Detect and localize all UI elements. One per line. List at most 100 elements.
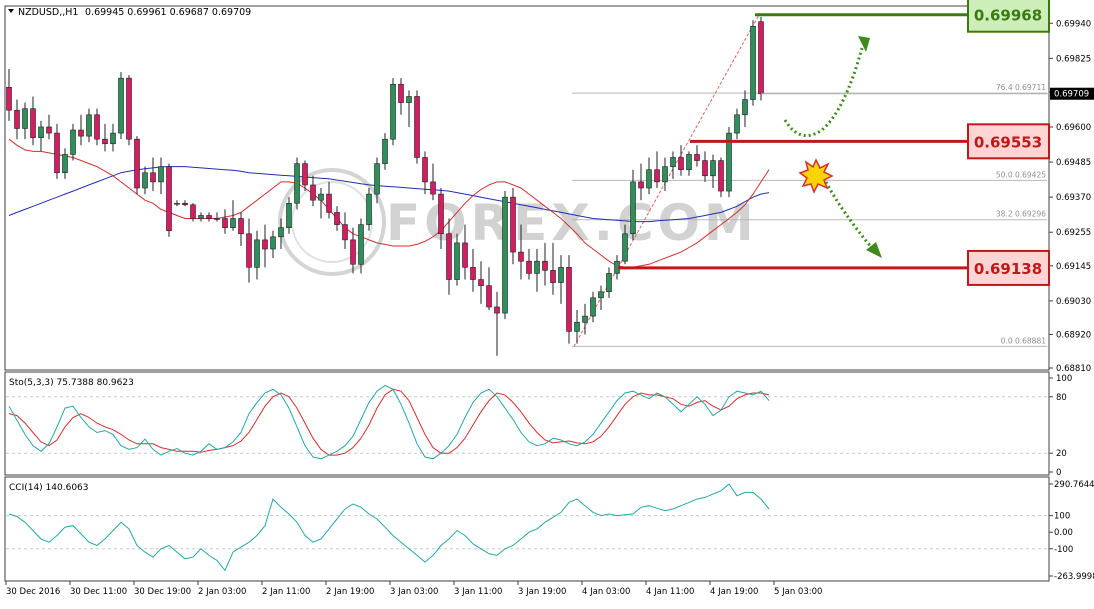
candle-body xyxy=(703,161,708,176)
candle-body xyxy=(719,161,724,192)
candle xyxy=(391,78,396,145)
price-tick-label: 0.69600 xyxy=(1056,123,1091,133)
candle-body xyxy=(151,173,156,182)
time-tick-label: 30 Dec 19:00 xyxy=(134,587,191,597)
time-tick-label: 4 Jan 11:00 xyxy=(646,587,694,597)
cci-tick-label: -263.9998 xyxy=(1054,572,1094,582)
candle-body xyxy=(631,182,636,234)
candle-body xyxy=(663,167,668,182)
cci-label: CCI(14) 140.6063 xyxy=(9,483,89,493)
time-tick-label: 2 Jan 03:00 xyxy=(198,587,246,597)
candle-body xyxy=(687,154,692,169)
candle-body xyxy=(15,110,20,128)
candle-body xyxy=(527,261,532,273)
cci-tick-label: -100 xyxy=(1054,545,1073,555)
stoch-tick-label: 100 xyxy=(1056,374,1072,384)
candle-body xyxy=(7,87,12,110)
candle-body xyxy=(191,205,196,219)
chart-canvas[interactable]: FOREX.COM NZDUSD,,H1 0.69945 0.69961 0.6… xyxy=(0,0,1094,605)
time-tick-label: 4 Jan 19:00 xyxy=(710,587,758,597)
candle-body xyxy=(591,298,596,316)
candle-body xyxy=(607,273,612,291)
candle xyxy=(759,17,764,101)
price-tick-label: 0.69370 xyxy=(1056,193,1091,203)
fib-level-label: 38.2 0.69296 xyxy=(996,210,1046,219)
candle xyxy=(367,188,372,231)
candle xyxy=(503,191,508,319)
time-tick-label: 30 Dec 11:00 xyxy=(70,587,127,597)
candle-body xyxy=(423,157,428,181)
candle-body xyxy=(431,182,436,194)
candle-body xyxy=(583,316,588,322)
price-tick-label: 0.69485 xyxy=(1056,158,1091,168)
candle xyxy=(119,72,124,139)
candle-body xyxy=(751,26,756,99)
candle-body xyxy=(87,115,92,136)
candle xyxy=(567,255,572,343)
candle-body xyxy=(359,225,364,265)
cci-tick-label: 100 xyxy=(1054,512,1070,522)
candle-body xyxy=(639,182,644,188)
candle-body xyxy=(79,130,84,136)
candle-body xyxy=(399,84,404,102)
candle-body xyxy=(759,22,764,94)
candle-body xyxy=(287,203,292,227)
candle-body xyxy=(487,286,492,307)
candle-body xyxy=(407,96,412,102)
stoch-tick-label: 20 xyxy=(1056,449,1067,459)
candle-body xyxy=(671,157,676,166)
candle-body xyxy=(271,237,276,249)
candle xyxy=(135,136,140,194)
candle-body xyxy=(695,154,700,160)
level-label-resistance: 0.69968 xyxy=(974,7,1042,25)
candle xyxy=(719,157,724,197)
candle-body xyxy=(127,78,132,139)
candle-body xyxy=(23,109,28,129)
candle-body xyxy=(311,185,316,200)
candle-body xyxy=(343,225,348,240)
candle-body xyxy=(47,127,52,133)
candle-body xyxy=(159,167,164,182)
candle-body xyxy=(599,292,604,298)
stoch-tick-label: 80 xyxy=(1056,393,1067,403)
candle xyxy=(727,127,732,197)
level-label-support: 0.69138 xyxy=(974,260,1042,278)
time-tick-label: 2 Jan 11:00 xyxy=(262,587,310,597)
time-tick-label: 3 Jan 11:00 xyxy=(454,587,502,597)
price-tick-label: 0.69255 xyxy=(1056,228,1091,238)
ohlc-label: 0.69945 0.69961 0.69687 0.69709 xyxy=(85,7,251,18)
price-tick-label: 0.68920 xyxy=(1056,330,1091,340)
candle-body xyxy=(551,270,556,282)
candle-body xyxy=(335,212,340,224)
candle-body xyxy=(495,307,500,313)
time-axis: 30 Dec 201630 Dec 11:0030 Dec 19:002 Jan… xyxy=(6,581,822,597)
candle-body xyxy=(55,133,60,173)
candle-body xyxy=(95,115,100,139)
candle-body xyxy=(367,194,372,225)
forex-chart[interactable]: FOREX.COM NZDUSD,,H1 0.69945 0.69961 0.6… xyxy=(0,0,1094,605)
symbol-label: NZDUSD,,H1 xyxy=(18,7,78,18)
candle-body xyxy=(543,261,548,270)
candle-body xyxy=(223,219,228,228)
fib-level-label: 0.0 0.68881 xyxy=(1001,336,1047,345)
price-tick-label: 0.68810 xyxy=(1056,364,1091,374)
candle xyxy=(751,20,756,105)
candle-body xyxy=(231,219,236,228)
candle-body xyxy=(263,240,268,249)
candle-body xyxy=(63,154,68,172)
candle-body xyxy=(295,164,300,204)
candle-body xyxy=(279,228,284,237)
candle-body xyxy=(111,133,116,144)
candle-body xyxy=(519,252,524,261)
cci-tick-label: 290.7644 xyxy=(1054,480,1094,490)
candle-body xyxy=(167,167,172,231)
candle-body xyxy=(351,240,356,264)
candle-body xyxy=(471,267,476,279)
candle-body xyxy=(559,267,564,282)
fib-level-label: 50.0 0.69425 xyxy=(996,170,1046,179)
candle-body xyxy=(375,164,380,195)
stoch-tick-label: 0 xyxy=(1056,468,1061,478)
candle-body xyxy=(463,243,468,267)
candle-body xyxy=(175,203,180,204)
candle-body xyxy=(255,240,260,267)
